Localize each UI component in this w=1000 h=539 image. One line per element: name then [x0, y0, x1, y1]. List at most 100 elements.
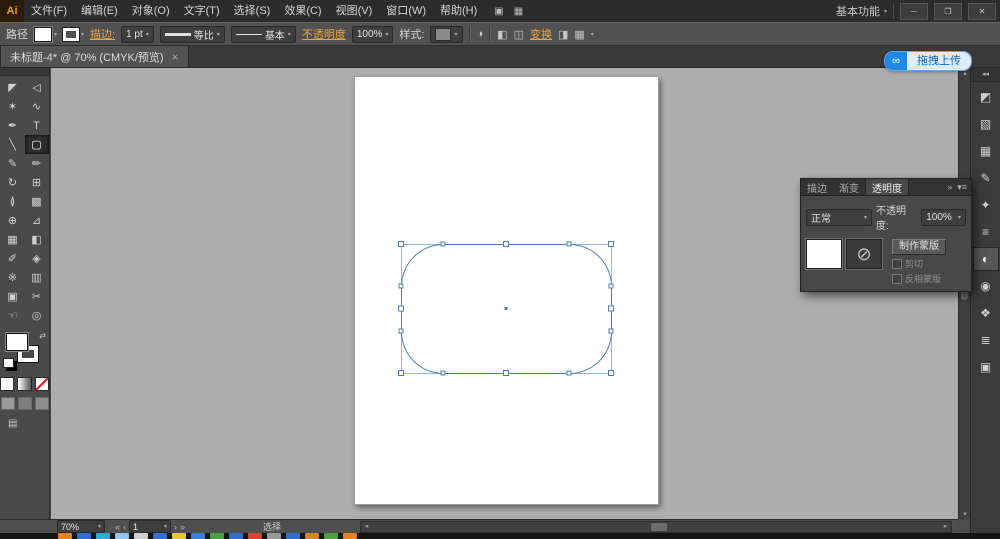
panel-menu-icon[interactable]: ▾≡: [957, 182, 967, 193]
canvas-area[interactable]: [51, 68, 958, 519]
align-objects-icon[interactable]: ◧: [497, 28, 507, 41]
horizontal-scroll-thumb[interactable]: [651, 523, 667, 531]
drag-upload-button[interactable]: ∞ 拖拽上传: [884, 51, 972, 71]
stroke-panel-icon[interactable]: ≡: [973, 220, 999, 244]
stroke-weight-combo[interactable]: 1 pt ▾: [121, 26, 154, 43]
taskbar-app-icon[interactable]: [115, 533, 129, 539]
clip-checkbox[interactable]: 剪切: [892, 257, 946, 270]
menu-edit[interactable]: 编辑(E): [74, 0, 125, 22]
zoom-tool[interactable]: ◎: [25, 306, 49, 325]
first-artboard-icon[interactable]: «: [115, 522, 120, 532]
graphic-styles-panel-icon[interactable]: ❖: [973, 301, 999, 325]
next-artboard-icon[interactable]: ›: [174, 522, 177, 532]
artboards-panel-icon[interactable]: ▣: [973, 355, 999, 379]
workspace-switcher[interactable]: 基本功能 ▾: [836, 3, 894, 19]
hand-tool[interactable]: ☜: [1, 306, 25, 325]
restore-button[interactable]: ❐: [934, 3, 962, 20]
fill-color-swatch[interactable]: ▾: [34, 27, 57, 42]
bridge-icon[interactable]: ▣: [494, 6, 503, 17]
more-options-icon[interactable]: ▦: [574, 28, 584, 41]
draw-behind-mode-icon[interactable]: [18, 397, 32, 410]
taskbar-app-icon[interactable]: [58, 533, 72, 539]
pencil-tool[interactable]: ✏: [25, 154, 49, 173]
invert-mask-checkbox[interactable]: 反相蒙版: [892, 272, 946, 285]
taskbar-app-icon[interactable]: [267, 533, 281, 539]
color-button[interactable]: [0, 377, 14, 391]
document-tab[interactable]: 未标题-4* @ 70% (CMYK/预览) ×: [0, 46, 189, 67]
eyedropper-tool[interactable]: ✐: [1, 249, 25, 268]
menu-type[interactable]: 文字(T): [177, 0, 227, 22]
lasso-tool[interactable]: ∿: [25, 97, 49, 116]
color-panel-icon[interactable]: ◩: [973, 85, 999, 109]
stroke-link[interactable]: 描边:: [90, 26, 115, 42]
scroll-right-icon[interactable]: ▸: [940, 522, 951, 532]
opacity-link[interactable]: 不透明度: [302, 26, 346, 42]
line-segment-tool[interactable]: ╲: [1, 135, 25, 154]
menu-select[interactable]: 选择(S): [227, 0, 278, 22]
object-thumbnail[interactable]: [806, 239, 842, 269]
screen-mode-button[interactable]: ▤: [0, 418, 49, 429]
scale-tool[interactable]: ⊞: [25, 173, 49, 192]
paintbrush-tool[interactable]: ✎: [1, 154, 25, 173]
style-combo[interactable]: ▾: [430, 26, 462, 43]
slice-tool[interactable]: ✂: [25, 287, 49, 306]
artboard-tool[interactable]: ▣: [1, 287, 25, 306]
pen-tool[interactable]: ✒: [1, 116, 25, 135]
opacity-combo[interactable]: 100% ▾: [352, 26, 394, 43]
free-transform-tool[interactable]: ▩: [25, 192, 49, 211]
stroke-color-swatch[interactable]: ▾: [63, 28, 84, 41]
direct-selection-tool[interactable]: ◁: [25, 78, 49, 97]
app-logo[interactable]: Ai: [0, 0, 24, 22]
menu-window[interactable]: 窗口(W): [379, 0, 433, 22]
taskbar-app-icon[interactable]: [153, 533, 167, 539]
color-guide-panel-icon[interactable]: ▧: [973, 112, 999, 136]
width-tool[interactable]: ≬: [1, 192, 25, 211]
close-button[interactable]: ✕: [968, 3, 996, 20]
rotate-tool[interactable]: ↻: [1, 173, 25, 192]
draw-inside-mode-icon[interactable]: [35, 397, 49, 410]
last-artboard-icon[interactable]: »: [180, 522, 185, 532]
taskbar-app-icon[interactable]: [324, 533, 338, 539]
perspective-grid-tool[interactable]: ⊿: [25, 211, 49, 230]
taskbar-app-icon[interactable]: [96, 533, 110, 539]
expand-dock-icon[interactable]: ◂◂: [971, 68, 1000, 82]
taskbar-app-icon[interactable]: [229, 533, 243, 539]
taskbar-app-icon[interactable]: [305, 533, 319, 539]
swap-fill-stroke-icon[interactable]: ⇄: [39, 331, 46, 340]
layers-panel-icon[interactable]: ≣: [973, 328, 999, 352]
taskbar-app-icon[interactable]: [210, 533, 224, 539]
taskbar-app-icon[interactable]: [343, 533, 357, 539]
recolor-artwork-icon[interactable]: ◑: [477, 28, 484, 40]
fill-color-indicator[interactable]: [6, 333, 28, 351]
tab-transparency[interactable]: 透明度: [865, 179, 909, 195]
gradient-button[interactable]: [17, 377, 31, 391]
appearance-panel-icon[interactable]: ◉: [973, 274, 999, 298]
gradient-tool[interactable]: ◧: [25, 230, 49, 249]
mesh-tool[interactable]: ▦: [1, 230, 25, 249]
magic-wand-tool[interactable]: ✶: [1, 97, 25, 116]
make-mask-button[interactable]: 制作蒙版: [892, 239, 946, 255]
selection-tool[interactable]: ◤: [1, 78, 25, 97]
tool-panel-header[interactable]: [0, 68, 49, 76]
tab-stroke[interactable]: 描边: [801, 179, 833, 195]
vertical-scrollbar[interactable]: ▴ ▾: [958, 68, 970, 519]
menu-view[interactable]: 视图(V): [329, 0, 380, 22]
none-button[interactable]: [35, 377, 49, 391]
taskbar-app-icon[interactable]: [286, 533, 300, 539]
taskbar-app-icon[interactable]: [248, 533, 262, 539]
shape-builder-tool[interactable]: ⊕: [1, 211, 25, 230]
prev-artboard-icon[interactable]: ‹: [123, 522, 126, 532]
transparency-panel-icon[interactable]: ◐: [973, 247, 999, 271]
menu-effect[interactable]: 效果(C): [277, 0, 328, 22]
taskbar-app-icon[interactable]: [134, 533, 148, 539]
taskbar-app-icon[interactable]: [172, 533, 186, 539]
menu-help[interactable]: 帮助(H): [433, 0, 484, 22]
blend-mode-combo[interactable]: 正常 ▾: [806, 209, 872, 226]
symbol-sprayer-tool[interactable]: ※: [1, 268, 25, 287]
column-graph-tool[interactable]: ▥: [25, 268, 49, 287]
mask-thumbnail[interactable]: ⊘: [846, 239, 882, 269]
draw-normal-mode-icon[interactable]: [1, 397, 15, 410]
symbols-panel-icon[interactable]: ✦: [973, 193, 999, 217]
rounded-rectangle-tool[interactable]: ▢: [25, 135, 49, 154]
panel-opacity-combo[interactable]: 100% ▾: [921, 209, 966, 226]
